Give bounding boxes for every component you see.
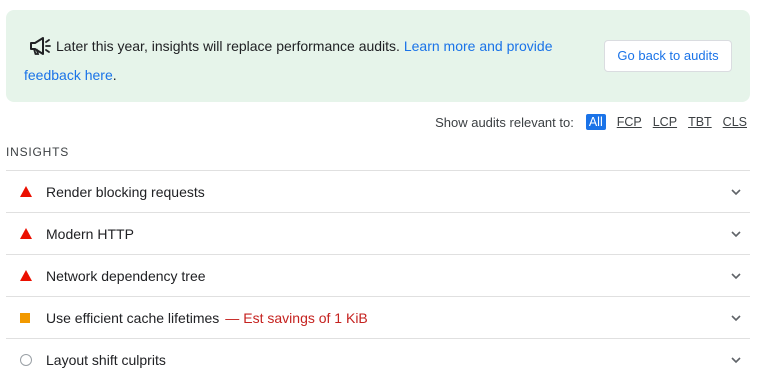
insight-row-network-dependency-tree[interactable]: Network dependency tree xyxy=(6,254,750,296)
filter-option-tbt[interactable]: TBT xyxy=(688,115,712,129)
chevron-down-icon xyxy=(731,189,741,196)
filter-option-all[interactable]: All xyxy=(585,114,606,130)
filter-label: Show audits relevant to: xyxy=(435,114,574,130)
banner-message: Later this year, insights will replace p… xyxy=(24,32,584,90)
insight-label: Render blocking requests xyxy=(46,183,205,200)
insights-list: Render blocking requests Modern HTTP Net… xyxy=(6,170,750,380)
go-back-to-audits-button[interactable]: Go back to audits xyxy=(604,40,732,72)
insights-section-title: INSIGHTS xyxy=(6,145,70,159)
insight-label: Layout shift culprits xyxy=(46,351,166,368)
filter-option-cls[interactable]: CLS xyxy=(723,115,747,129)
filter-option-fcp[interactable]: FCP xyxy=(617,115,642,129)
insight-label: Modern HTTP xyxy=(46,225,134,242)
chevron-down-icon xyxy=(731,231,741,238)
banner-message-text: Later this year, insights will replace p… xyxy=(56,38,400,54)
insight-row-render-blocking[interactable]: Render blocking requests xyxy=(6,170,750,212)
fail-triangle-icon xyxy=(20,269,34,283)
average-square-icon xyxy=(20,311,34,325)
audit-filter: Show audits relevant to: All FCP LCP TBT… xyxy=(435,113,747,131)
insight-label: Network dependency tree xyxy=(46,267,206,284)
insights-announcement-banner: Later this year, insights will replace p… xyxy=(6,10,750,102)
insight-row-cache-lifetimes[interactable]: Use efficient cache lifetimes — Est saving… xyxy=(6,296,750,338)
fail-triangle-icon xyxy=(20,185,34,199)
chevron-down-icon xyxy=(731,315,741,322)
filter-option-lcp[interactable]: LCP xyxy=(653,115,677,129)
banner-message-suffix: . xyxy=(112,67,117,83)
insight-row-modern-http[interactable]: Modern HTTP xyxy=(6,212,750,254)
chevron-down-icon xyxy=(731,273,741,280)
savings-text: Est savings of 1 KiB xyxy=(243,309,368,326)
savings-estimate: — Est savings of 1 KiB xyxy=(225,309,368,326)
neutral-circle-icon xyxy=(20,353,34,367)
fail-triangle-icon xyxy=(20,227,34,241)
insight-label-text: Use efficient cache lifetimes xyxy=(46,309,220,326)
insight-label: Use efficient cache lifetimes — Est saving… xyxy=(46,310,368,326)
chevron-down-icon xyxy=(731,357,741,364)
insight-row-layout-shift-culprits[interactable]: Layout shift culprits xyxy=(6,338,750,380)
